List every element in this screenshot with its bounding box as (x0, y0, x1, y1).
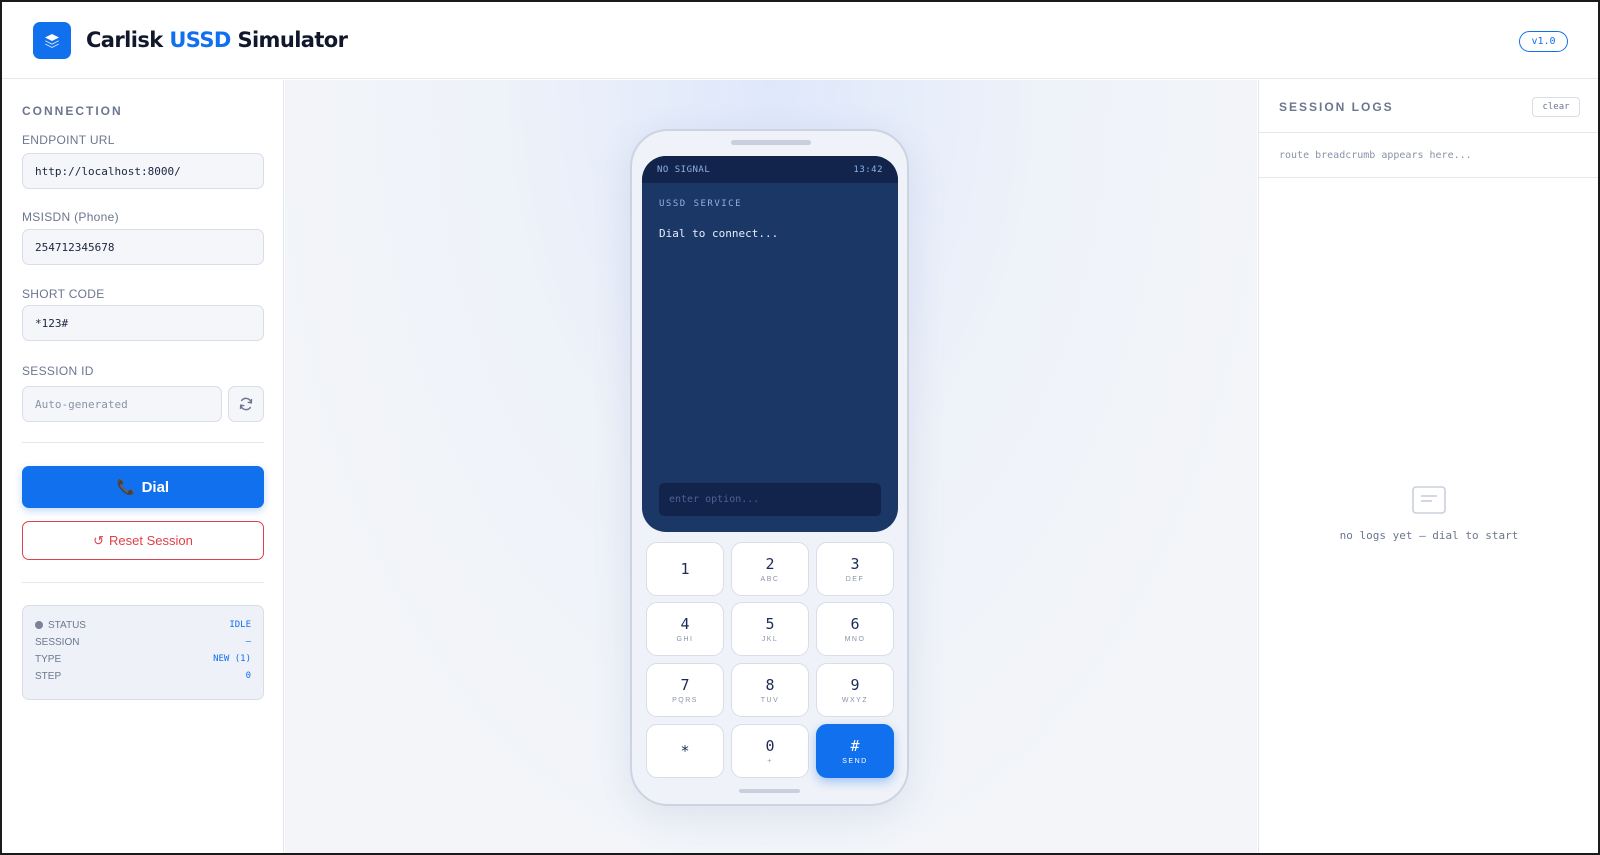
key-num: * (680, 742, 690, 760)
session-key: SESSION (35, 636, 80, 648)
key-star[interactable]: * (646, 724, 724, 778)
phone-screen: NO SIGNAL 13:42 USSD SERVICE Dial to con… (642, 156, 898, 532)
status-panel: STATUS IDLE SESSION – TYPE NEW (1) STEP … (22, 605, 264, 700)
clear-logs-button[interactable]: clear (1532, 97, 1580, 117)
key-letters: TUV (760, 697, 780, 704)
key-num: 5 (765, 615, 775, 633)
session-logs-panel: SESSION LOGS clear route breadcrumb appe… (1258, 80, 1598, 853)
app-window: Carlisk USSD Simulator v1.0 CONNECTION E… (0, 0, 1600, 855)
refresh-session-button[interactable] (228, 386, 264, 422)
key-0[interactable]: 0 + (731, 724, 809, 778)
key-num: 6 (850, 615, 860, 633)
key-letters: SEND (842, 758, 868, 765)
key-letters: JKL (761, 636, 779, 643)
key-num: 9 (850, 676, 860, 694)
logo (33, 22, 71, 59)
type-key: TYPE (35, 653, 62, 665)
version-badge: v1.0 (1519, 31, 1568, 52)
phone-speaker (731, 140, 811, 145)
key-letters: WXYZ (841, 697, 869, 704)
key-letters: GHI (676, 636, 694, 643)
logs-title: SESSION LOGS (1279, 100, 1394, 114)
session-row: SESSION – (35, 635, 251, 649)
option-input[interactable]: enter option... (659, 483, 881, 516)
divider (22, 582, 264, 583)
brand-prefix: Carlisk (86, 28, 163, 52)
brand-suffix: Simulator (237, 28, 348, 52)
reset-label: Reset Session (109, 533, 193, 548)
app-title: Carlisk USSD Simulator (86, 28, 348, 52)
step-row: STEP 0 (35, 669, 251, 683)
logs-header: SESSION LOGS clear (1259, 80, 1598, 133)
key-8[interactable]: 8 TUV (731, 663, 809, 717)
key-1[interactable]: 1 (646, 542, 724, 596)
step-key: STEP (35, 670, 62, 682)
msisdn-label: MSISDN (Phone) (22, 210, 119, 224)
endpoint-label: ENDPOINT URL (22, 133, 115, 147)
key-9[interactable]: 9 WXYZ (816, 663, 894, 717)
key-num: 8 (765, 676, 775, 694)
key-letters: ABC (760, 576, 780, 583)
key-letters: PQRS (672, 697, 698, 704)
short-code-input[interactable]: *123# (22, 305, 264, 341)
status-value: IDLE (229, 620, 251, 630)
divider (22, 442, 264, 443)
dial-button[interactable]: 📞 Dial (22, 466, 264, 508)
key-3[interactable]: 3 DEF (816, 542, 894, 596)
section-title: CONNECTION (22, 104, 123, 118)
signal-status: NO SIGNAL (657, 164, 711, 175)
key-letters: DEF (845, 576, 865, 583)
send-key[interactable]: # SEND (816, 724, 894, 778)
empty-logs-message: no logs yet — dial to start (1339, 529, 1519, 542)
clock: 13:42 (853, 164, 883, 175)
key-7[interactable]: 7 PQRS (646, 663, 724, 717)
refresh-icon (239, 397, 253, 411)
key-num: 4 (680, 615, 690, 633)
key-num: 7 (680, 676, 690, 694)
key-letters: + (767, 758, 773, 765)
status-key: STATUS (48, 619, 86, 631)
dial-label: Dial (141, 478, 170, 496)
status-row: STATUS IDLE (35, 618, 251, 632)
endpoint-url-input[interactable]: http://localhost:8000/ (22, 153, 264, 189)
step-value: 0 (245, 671, 251, 681)
key-6[interactable]: 6 MNO (816, 602, 894, 656)
msisdn-input[interactable]: 254712345678 (22, 229, 264, 265)
layers-icon (45, 33, 59, 48)
phone-stage: NO SIGNAL 13:42 USSD SERVICE Dial to con… (285, 80, 1257, 853)
status-key-wrap: STATUS (35, 620, 86, 631)
document-icon (1412, 486, 1446, 514)
status-dot-icon (35, 621, 43, 629)
session-id-label: SESSION ID (22, 364, 94, 378)
reset-icon: ↺ (93, 532, 105, 548)
reset-session-button[interactable]: ↺ Reset Session (22, 521, 264, 560)
brand-accent: USSD (169, 28, 231, 52)
connection-sidebar: CONNECTION ENDPOINT URL http://localhost… (2, 80, 284, 853)
session-value: – (245, 637, 251, 647)
key-5[interactable]: 5 JKL (731, 602, 809, 656)
type-row: TYPE NEW (1) (35, 652, 251, 666)
service-message: Dial to connect... (659, 227, 779, 240)
type-value: NEW (1) (213, 654, 251, 664)
key-letters: MNO (844, 636, 866, 643)
phone-statusbar: NO SIGNAL 13:42 (642, 156, 898, 183)
short-code-label: SHORT CODE (22, 287, 105, 301)
key-num: 3 (850, 555, 860, 573)
route-breadcrumb: route breadcrumb appears here... (1259, 134, 1598, 178)
key-num: # (850, 737, 860, 755)
key-num: 2 (765, 555, 775, 573)
app-header: Carlisk USSD Simulator v1.0 (2, 2, 1598, 79)
home-bar (739, 789, 800, 793)
key-2[interactable]: 2 ABC (731, 542, 809, 596)
phone-device: NO SIGNAL 13:42 USSD SERVICE Dial to con… (630, 129, 909, 806)
key-num: 0 (765, 737, 775, 755)
session-id-input[interactable]: Auto-generated (22, 386, 222, 422)
key-num: 1 (680, 560, 690, 578)
phone-icon: 📞 (116, 479, 136, 496)
service-title: USSD SERVICE (659, 199, 743, 209)
key-4[interactable]: 4 GHI (646, 602, 724, 656)
